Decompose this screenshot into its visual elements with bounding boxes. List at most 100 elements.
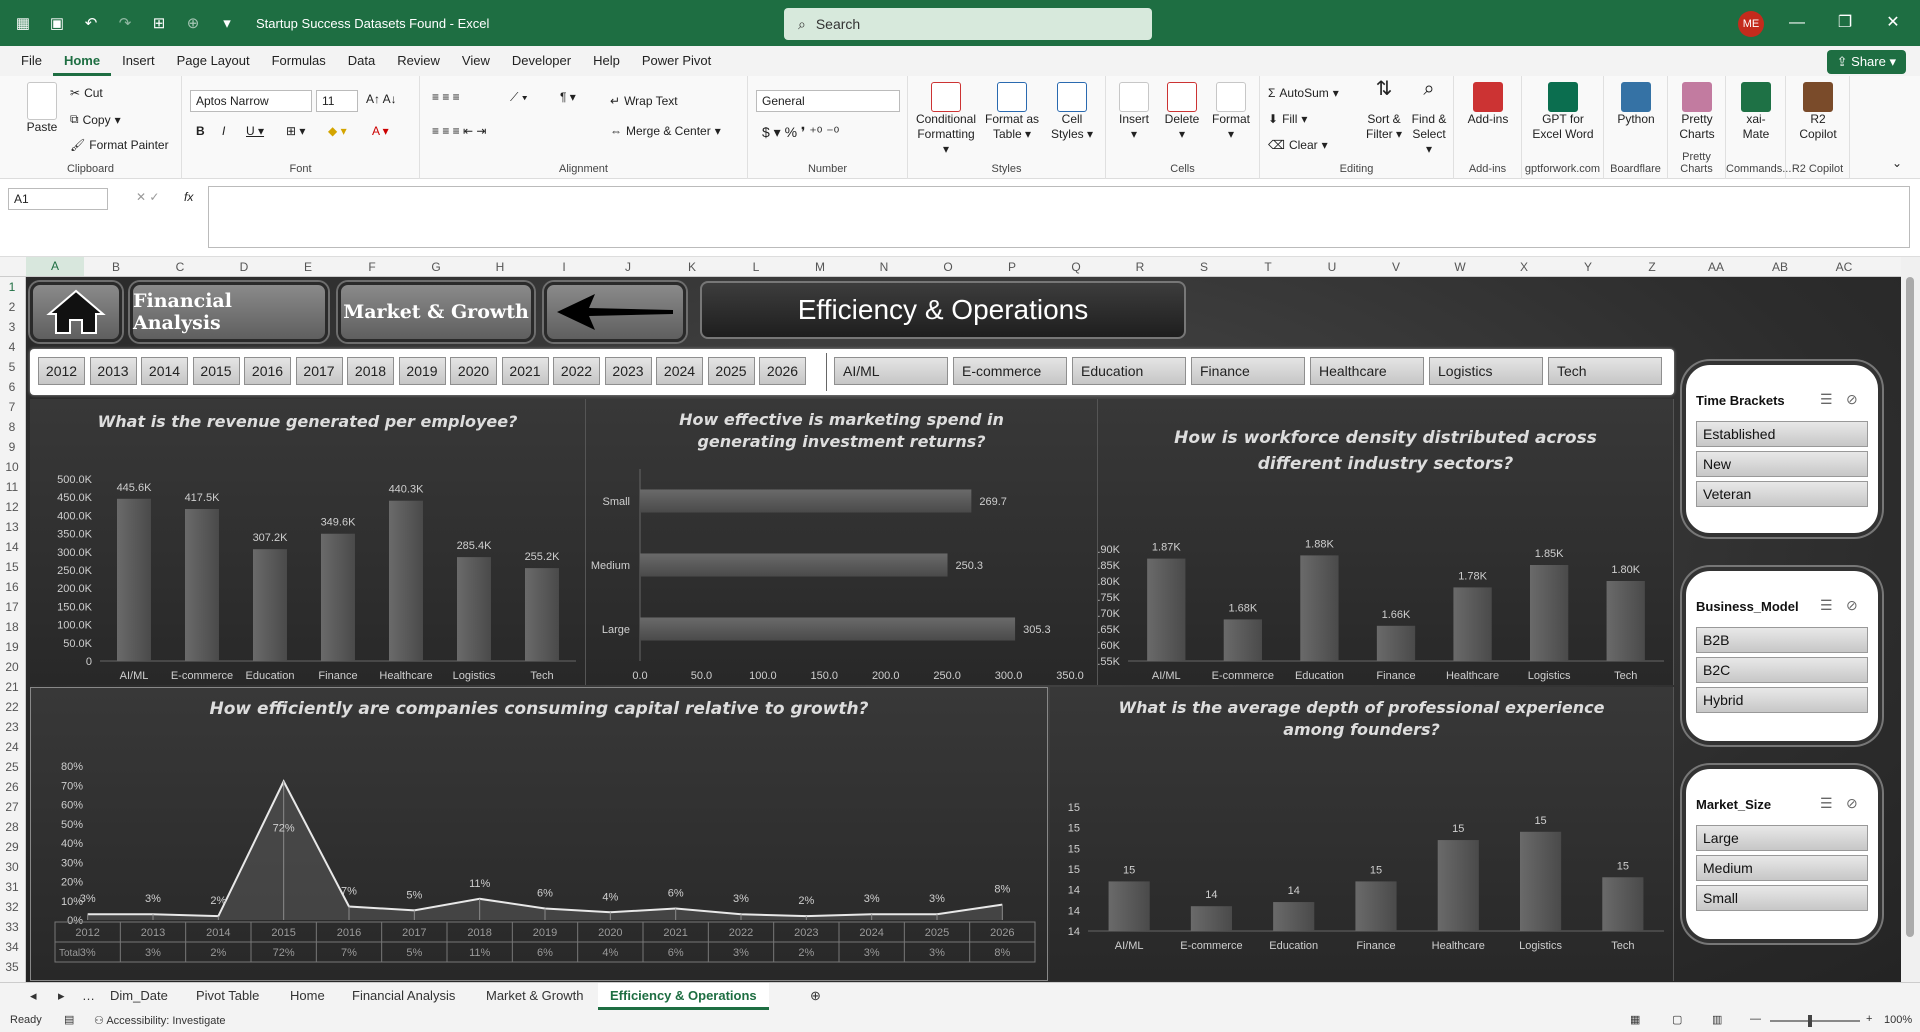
- addin-button-2[interactable]: Python: [1606, 82, 1666, 127]
- insert-cells-button[interactable]: Insert ▾: [1112, 82, 1156, 142]
- bar[interactable]: [185, 509, 219, 661]
- share-button[interactable]: ⇪ Share ▾: [1826, 50, 1906, 74]
- slicer-item[interactable]: B2B: [1696, 627, 1868, 653]
- clear-filter-icon[interactable]: ⊘: [1846, 597, 1858, 614]
- sheet-tab-financial-analysis[interactable]: Financial Analysis: [340, 983, 467, 1010]
- bar[interactable]: [640, 489, 972, 513]
- bar[interactable]: [1376, 625, 1416, 661]
- row-header[interactable]: 19: [0, 640, 24, 654]
- row-header[interactable]: 3: [0, 320, 24, 334]
- row-header[interactable]: 14: [0, 540, 24, 554]
- menu-developer[interactable]: Developer: [501, 46, 582, 76]
- zoom-slider-thumb[interactable]: [1808, 1015, 1812, 1027]
- row-header[interactable]: 22: [0, 700, 24, 714]
- slicer-item[interactable]: New: [1696, 451, 1868, 477]
- save-icon[interactable]: ▣: [46, 12, 68, 34]
- bar[interactable]: [389, 500, 423, 661]
- column-header[interactable]: A: [26, 257, 84, 276]
- row-header[interactable]: 24: [0, 740, 24, 754]
- addin-button-1[interactable]: GPT for Excel Word: [1524, 82, 1602, 142]
- undo-icon[interactable]: ↶: [80, 12, 102, 34]
- column-header[interactable]: I: [532, 260, 596, 274]
- row-header[interactable]: 34: [0, 940, 24, 954]
- row-header[interactable]: 32: [0, 900, 24, 914]
- row-header[interactable]: 12: [0, 500, 24, 514]
- row-header[interactable]: 5: [0, 360, 24, 374]
- font-color-icon[interactable]: A ▾: [372, 124, 389, 138]
- column-header[interactable]: Z: [1620, 260, 1684, 274]
- slicer-item[interactable]: Hybrid: [1696, 687, 1868, 713]
- delete-cells-button[interactable]: Delete ▾: [1160, 82, 1204, 142]
- industry-filter-ecommerce[interactable]: E-commerce: [953, 357, 1067, 385]
- column-header[interactable]: E: [276, 260, 340, 274]
- bar[interactable]: [1520, 831, 1562, 931]
- year-filter-2021[interactable]: 2021: [501, 357, 549, 385]
- page-break-view-icon[interactable]: ▥: [1712, 1013, 1722, 1026]
- vertical-scrollbar[interactable]: [1901, 257, 1920, 982]
- column-header[interactable]: J: [596, 260, 660, 274]
- multi-select-icon[interactable]: ☰: [1820, 795, 1833, 812]
- year-filter-2017[interactable]: 2017: [295, 357, 343, 385]
- column-header[interactable]: G: [404, 260, 468, 274]
- row-header[interactable]: 7: [0, 400, 24, 414]
- paste-button[interactable]: Paste: [14, 82, 70, 135]
- slicer-item[interactable]: Established: [1696, 421, 1868, 447]
- restore-icon[interactable]: ❐: [1830, 11, 1860, 35]
- find-select-button[interactable]: ⌕ Find & Select ▾: [1408, 79, 1450, 157]
- align-left-icon[interactable]: ≡ ≡ ≡ ⇤ ⇥: [432, 124, 486, 138]
- row-header[interactable]: 11: [0, 480, 24, 494]
- zoom-out-icon[interactable]: —: [1750, 1013, 1761, 1025]
- formula-input[interactable]: [208, 186, 1910, 248]
- accessibility-status[interactable]: ⚇ Accessibility: Investigate: [94, 1014, 226, 1027]
- sheet-tab-home[interactable]: Home: [278, 983, 337, 1010]
- year-filter-2015[interactable]: 2015: [192, 357, 240, 385]
- orientation-icon[interactable]: ⟋ ▾: [510, 90, 528, 105]
- year-filter-2026[interactable]: 2026: [759, 357, 806, 385]
- multi-select-icon[interactable]: ☰: [1820, 391, 1833, 408]
- function-icon[interactable]: fx: [184, 190, 193, 204]
- form-icon[interactable]: ⊞: [148, 12, 170, 34]
- underline-button[interactable]: U ▾: [246, 124, 264, 138]
- addin-button-5[interactable]: R2 Copilot: [1788, 82, 1848, 142]
- column-header[interactable]: D: [212, 260, 276, 274]
- menu-formulas[interactable]: Formulas: [261, 46, 337, 76]
- format-cells-button[interactable]: Format ▾: [1208, 82, 1254, 142]
- sheet-tab-dim-date[interactable]: Dim_Date: [98, 983, 180, 1010]
- fill-button[interactable]: ⬇ Fill ▾: [1268, 112, 1307, 126]
- bar[interactable]: [1273, 902, 1315, 931]
- addin-button-0[interactable]: Add-ins: [1456, 82, 1520, 127]
- row-header[interactable]: 23: [0, 720, 24, 734]
- column-header[interactable]: AB: [1748, 260, 1812, 274]
- sheet-tab-market-growth[interactable]: Market & Growth: [474, 983, 596, 1010]
- row-header[interactable]: 20: [0, 660, 24, 674]
- bar[interactable]: [1606, 581, 1645, 661]
- market-growth-button[interactable]: Market & Growth: [338, 282, 534, 342]
- industry-filter-logistics[interactable]: Logistics: [1429, 357, 1543, 385]
- close-icon[interactable]: ✕: [1878, 11, 1908, 35]
- year-filter-2014[interactable]: 2014: [141, 357, 188, 385]
- bar[interactable]: [457, 557, 491, 661]
- menu-file[interactable]: File: [10, 46, 53, 76]
- bar[interactable]: [1530, 565, 1569, 661]
- bar[interactable]: [1223, 619, 1262, 661]
- bar[interactable]: [321, 533, 355, 661]
- industry-filter-tech[interactable]: Tech: [1548, 357, 1662, 385]
- addin-button-4[interactable]: xai- Mate: [1728, 82, 1784, 142]
- clear-button[interactable]: ⌫ Clear ▾: [1268, 138, 1328, 152]
- fill-color-icon[interactable]: ◆ ▾: [328, 124, 347, 138]
- normal-view-icon[interactable]: ▦: [1630, 1013, 1640, 1026]
- slicer-item[interactable]: B2C: [1696, 657, 1868, 683]
- industry-filter-finance[interactable]: Finance: [1191, 357, 1305, 385]
- bar[interactable]: [1437, 840, 1479, 931]
- column-header[interactable]: AC: [1812, 260, 1876, 274]
- sheet-tab-pivot-table[interactable]: Pivot Table: [184, 983, 271, 1010]
- year-filter-2018[interactable]: 2018: [347, 357, 394, 385]
- menu-help[interactable]: Help: [582, 46, 631, 76]
- column-header[interactable]: S: [1172, 260, 1236, 274]
- font-grow-icon[interactable]: A↑ A↓: [366, 92, 397, 106]
- sheet-tab-efficiency-operations[interactable]: Efficiency & Operations: [598, 983, 769, 1010]
- macro-icon[interactable]: ▤: [64, 1013, 74, 1026]
- row-header[interactable]: 30: [0, 860, 24, 874]
- number-format-select[interactable]: General: [756, 90, 900, 112]
- year-filter-2022[interactable]: 2022: [553, 357, 600, 385]
